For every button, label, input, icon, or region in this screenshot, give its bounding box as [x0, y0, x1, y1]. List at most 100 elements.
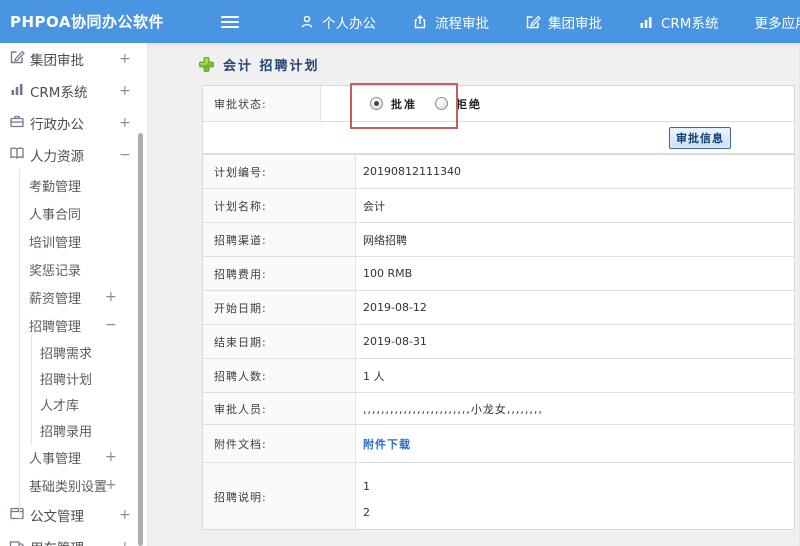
sidebar-item-招聘计划[interactable]: 招聘计划	[0, 365, 147, 391]
sidebar-item-人力资源[interactable]: 人力资源 −	[0, 139, 147, 171]
field-value: 2019-08-12	[356, 291, 794, 324]
sidebar-item-人事管理[interactable]: 人事管理 +	[0, 443, 147, 471]
field-value-line: 2	[363, 506, 370, 519]
sidebar-item-label: 人才库	[40, 398, 80, 414]
expand-icon[interactable]: +	[119, 539, 131, 546]
doc-icon	[9, 505, 25, 525]
radio-reject-label: 拒绝	[456, 97, 482, 111]
edit-icon	[9, 49, 25, 69]
table-row: 开始日期: 2019-08-12	[203, 291, 794, 325]
sidebar-item-label: 人事管理	[29, 451, 82, 467]
sidebar-item-label: 行政办公	[30, 117, 84, 133]
table-row: 招聘说明: 1 2	[203, 463, 794, 529]
field-value-line: 1	[363, 480, 370, 493]
sidebar-item-招聘管理[interactable]: 招聘管理 −	[0, 311, 147, 339]
field-value: 20190812111340	[356, 155, 794, 188]
sidebar-item-label: 人事合同	[29, 207, 82, 223]
expand-icon[interactable]: +	[119, 115, 131, 131]
sidebar-item-label: 公文管理	[30, 509, 84, 525]
table-row: 结束日期: 2019-08-31	[203, 325, 794, 359]
field-value: ,,,,,,,,,,,,,,,,,,,,,,,,小龙女,,,,,,,,	[356, 393, 794, 424]
sidebar-item-人才库[interactable]: 人才库	[0, 391, 147, 417]
sidebar-item-行政办公[interactable]: 行政办公 +	[0, 107, 147, 139]
topnav-item-label: 个人办公	[322, 15, 376, 32]
field-value: 会计	[356, 189, 794, 222]
field-label: 附件文档:	[203, 425, 356, 462]
sidebar-item-label: 基础类别设置	[29, 479, 108, 495]
process-icon	[412, 14, 428, 30]
sidebar-item-招聘录用[interactable]: 招聘录用	[0, 417, 147, 443]
tree-guide-line	[31, 335, 32, 445]
field-label: 招聘人数:	[203, 359, 356, 392]
field-value: 网络招聘	[356, 223, 794, 256]
approval-status-label: 审批状态:	[203, 86, 321, 121]
attachment-download-link[interactable]: 附件下载	[363, 436, 411, 452]
approval-section: 审批状态: 批准 拒绝 审批信息	[202, 83, 795, 155]
topnav-item[interactable]: 流程审批	[412, 12, 489, 32]
field-label: 招聘渠道:	[203, 223, 356, 256]
sidebar: 集团审批 + CRM系统 + 行政办公 + 人力资源 − 考勤管理 人事合同 培训管理 奖惩记录 薪资管…	[0, 43, 147, 546]
field-label: 计划编号:	[203, 155, 356, 188]
approval-button-row: 审批信息	[203, 122, 794, 154]
tree-guide-line	[19, 169, 20, 519]
edit-icon	[525, 14, 541, 30]
radio-reject[interactable]: 拒绝	[435, 96, 482, 112]
radio-approve[interactable]: 批准	[370, 96, 417, 112]
collapse-icon[interactable]: −	[105, 317, 117, 333]
expand-icon[interactable]: +	[105, 477, 117, 493]
approval-info-button[interactable]: 审批信息	[669, 127, 731, 149]
table-row: 计划名称: 会计	[203, 189, 794, 223]
topnav-item-label: CRM系统	[661, 15, 719, 32]
field-value: 100 RMB	[356, 257, 794, 290]
expand-icon[interactable]: +	[105, 289, 117, 305]
sidebar-item-奖惩记录[interactable]: 奖惩记录	[0, 255, 147, 283]
sidebar-item-label: 招聘计划	[40, 372, 93, 388]
sidebar-item-培训管理[interactable]: 培训管理	[0, 227, 147, 255]
expand-icon[interactable]: +	[119, 83, 131, 99]
app-logo: PHPOA协同办公软件	[10, 13, 164, 31]
topnav-item-label: 流程审批	[435, 15, 489, 32]
sidebar-item-CRM系统[interactable]: CRM系统 +	[0, 75, 147, 107]
table-row: 审批人员: ,,,,,,,,,,,,,,,,,,,,,,,,小龙女,,,,,,,,	[203, 393, 794, 425]
sidebar-item-考勤管理[interactable]: 考勤管理	[0, 171, 147, 199]
sidebar-item-label: 集团审批	[30, 53, 84, 69]
sidebar-item-label: 薪资管理	[29, 291, 82, 307]
field-label: 招聘费用:	[203, 257, 356, 290]
content-area: 会计 招聘计划 审批状态: 批准 拒绝 审批信息 计划编号: 2019081211…	[147, 43, 800, 546]
sidebar-item-用车管理[interactable]: 用车管理 +	[0, 531, 147, 546]
field-value: 1 人	[356, 359, 794, 392]
briefcase-icon	[9, 113, 25, 133]
sidebar-item-label: CRM系统	[30, 85, 88, 101]
chart-icon	[9, 81, 25, 101]
hamburger-menu-icon[interactable]	[221, 13, 239, 31]
sidebar-item-集团审批[interactable]: 集团审批 +	[0, 43, 147, 75]
sidebar-scrollbar[interactable]	[138, 133, 143, 546]
field-label: 开始日期:	[203, 291, 356, 324]
detail-table: 计划编号: 20190812111340 计划名称: 会计 招聘渠道: 网络招聘 招聘费用:…	[202, 154, 795, 530]
topnav-item[interactable]: CRM系统	[638, 12, 718, 32]
sidebar-item-label: 培训管理	[29, 235, 82, 251]
topnav-item-label: 集团审批	[548, 15, 602, 32]
field-value: 2019-08-31	[356, 325, 794, 358]
radio-approve-icon[interactable]	[370, 97, 383, 110]
sidebar-item-薪资管理[interactable]: 薪资管理 +	[0, 283, 147, 311]
top-bar: PHPOA协同办公软件 个人办公 流程审批 集团审批 CRM系统 更多应用	[0, 0, 800, 43]
topnav-item[interactable]: 个人办公	[299, 12, 376, 32]
expand-icon[interactable]: +	[105, 449, 117, 465]
sidebar-item-label: 用车管理	[30, 537, 84, 546]
expand-icon[interactable]: +	[119, 507, 131, 523]
sidebar-item-label: 招聘录用	[40, 424, 93, 440]
sidebar-item-招聘需求[interactable]: 招聘需求	[0, 339, 147, 365]
radio-approve-label: 批准	[391, 97, 417, 111]
sidebar-item-基础类别设置[interactable]: 基础类别设置 +	[0, 471, 147, 499]
expand-icon[interactable]: +	[119, 51, 131, 67]
topnav-item[interactable]: 集团审批	[525, 12, 602, 32]
sidebar-item-人事合同[interactable]: 人事合同	[0, 199, 147, 227]
collapse-icon[interactable]: −	[119, 147, 131, 163]
sidebar-item-公文管理[interactable]: 公文管理 +	[0, 499, 147, 531]
radio-reject-icon[interactable]	[435, 97, 448, 110]
field-label: 结束日期:	[203, 325, 356, 358]
topnav-item[interactable]: 更多应用	[754, 12, 800, 32]
approval-status-row: 审批状态: 批准 拒绝	[203, 86, 794, 122]
approver-value: ,,,,,,,,,,,,,,,,,,,,,,,,小龙女,,,,,,,,	[363, 402, 543, 416]
